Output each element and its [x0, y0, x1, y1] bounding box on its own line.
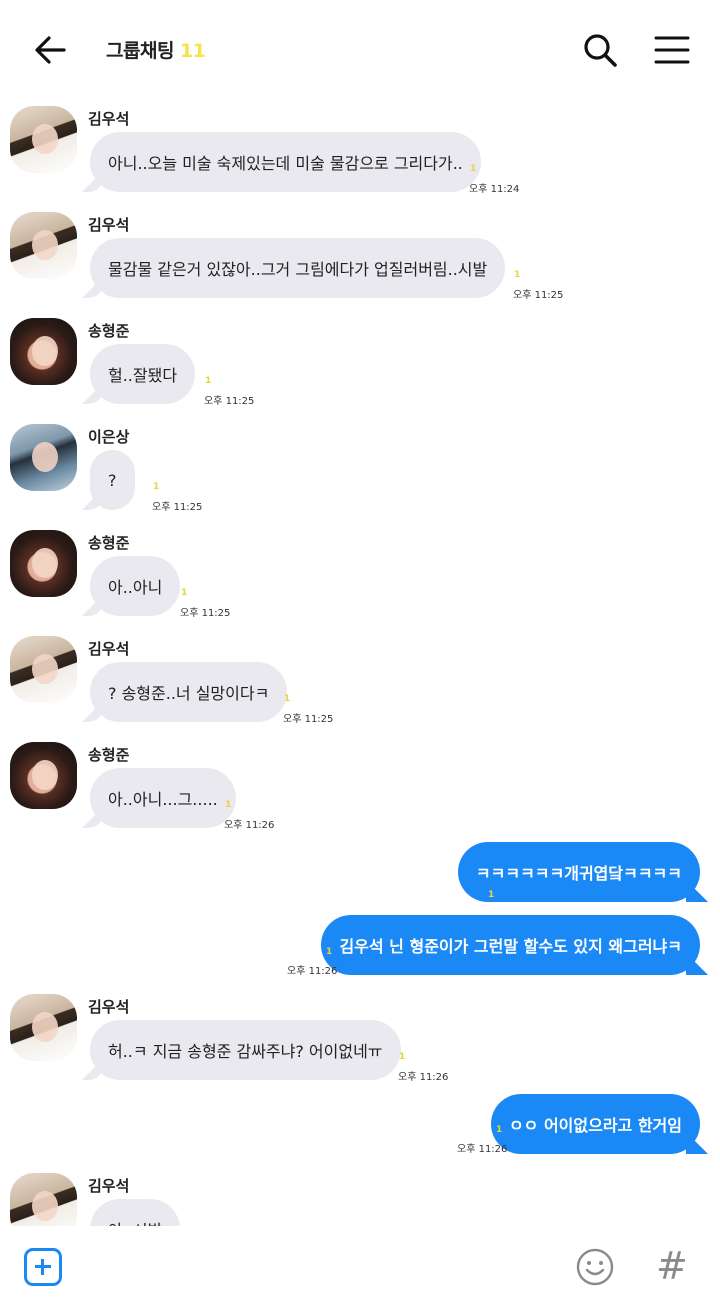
sender-name: 김우석	[88, 640, 130, 658]
chat-header: 그룹채팅 11	[0, 0, 720, 100]
plus-square-icon[interactable]	[24, 1248, 62, 1286]
message-bubble[interactable]: 헐..잘됐다	[90, 344, 196, 404]
unread-count: 1	[399, 1052, 406, 1062]
unread-count: 1	[153, 482, 160, 492]
message-bubble[interactable]: ? 송형준..너 실망이다ㅋ	[90, 662, 288, 722]
search-icon[interactable]	[580, 30, 620, 70]
message-time: 오후 11:25	[152, 502, 203, 513]
message-time: 오후 11:26	[398, 1072, 449, 1083]
unread-count: 1	[488, 890, 495, 900]
unread-count: 1	[181, 588, 188, 598]
hashtag-icon[interactable]: #	[656, 1244, 688, 1288]
avatar[interactable]	[10, 742, 77, 809]
chat-title-text: 그룹채팅	[106, 40, 174, 62]
sender-name: 이은상	[88, 428, 130, 446]
message-bubble[interactable]: 아니..오늘 미술 숙제있는데 미술 물감으로 그리다가..	[90, 132, 481, 192]
message-time: 오후 11:25	[513, 290, 564, 301]
message-bubble[interactable]: 물감물 같은거 있잖아..그거 그림에다가 업질러버림..시발	[90, 238, 506, 298]
sender-name: 김우석	[88, 998, 130, 1016]
unread-count: 1	[326, 947, 333, 957]
unread-count: 1	[284, 694, 291, 704]
unread-count: 1	[514, 270, 521, 280]
avatar[interactable]	[10, 424, 77, 491]
sender-name: 송형준	[88, 534, 130, 552]
message-time: 오후 11:26	[457, 1144, 508, 1155]
message-time: 오후 11:24	[469, 184, 520, 195]
avatar[interactable]	[10, 530, 77, 597]
message-bubble[interactable]: 허..ㅋ 지금 송형준 감싸주냐? 어이없네ㅠ	[90, 1020, 401, 1080]
unread-count: 1	[496, 1125, 503, 1135]
unread-count: 1	[205, 376, 212, 386]
avatar[interactable]	[10, 636, 77, 703]
message-time: 오후 11:25	[283, 714, 334, 725]
message-bubble-outgoing[interactable]: 김우석 닌 형준이가 그런말 할수도 있지 왜그러냐ㅋ	[321, 915, 700, 975]
avatar[interactable]	[10, 994, 77, 1061]
back-arrow-icon[interactable]	[30, 30, 70, 70]
hamburger-menu-icon[interactable]	[652, 30, 692, 70]
avatar[interactable]	[10, 212, 77, 279]
sender-name: 김우석	[88, 1177, 130, 1195]
sender-name: 송형준	[88, 322, 130, 340]
message-time: 오후 11:26	[287, 966, 338, 977]
chat-title: 그룹채팅 11	[106, 36, 206, 63]
sender-name: 송형준	[88, 746, 130, 764]
message-bubble[interactable]: 아..시발	[90, 1199, 181, 1226]
sender-name: 김우석	[88, 216, 130, 234]
unread-count: 1	[225, 800, 232, 810]
message-bubble[interactable]: 아..아니...그.....	[90, 768, 236, 828]
message-time: 오후 11:26	[224, 820, 275, 831]
message-bubble[interactable]: ?	[90, 450, 135, 510]
avatar[interactable]	[10, 106, 77, 173]
message-time: 오후 11:25	[204, 396, 255, 407]
message-time: 오후 11:25	[180, 608, 231, 619]
unread-count: 1	[470, 164, 477, 174]
message-bubble-outgoing[interactable]: ㅇㅇ 어이없으라고 한거임	[490, 1094, 700, 1154]
message-bubble[interactable]: 아..아니	[90, 556, 181, 616]
sender-name: 김우석	[88, 110, 130, 128]
avatar[interactable]	[10, 318, 77, 385]
message-list[interactable]: 김우석 아니..오늘 미술 숙제있는데 미술 물감으로 그리다가.. 1 오후 …	[0, 100, 720, 1226]
input-bar: #	[0, 1226, 720, 1309]
member-count-badge: 11	[179, 40, 206, 62]
smiley-icon[interactable]	[576, 1248, 614, 1286]
avatar[interactable]	[10, 1173, 77, 1226]
